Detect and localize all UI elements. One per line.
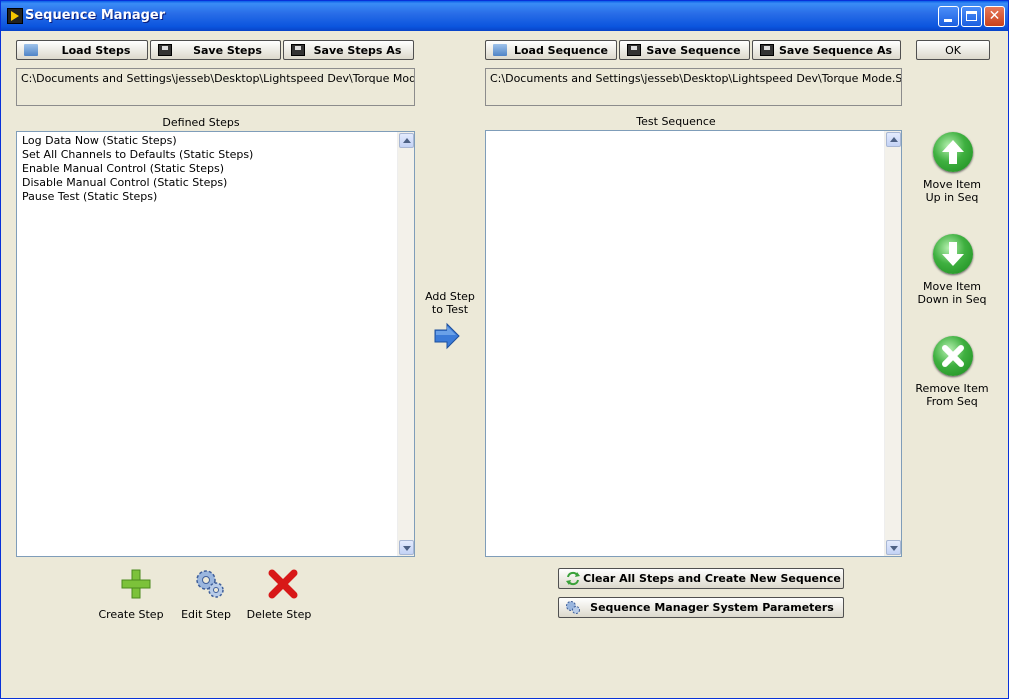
add-step-button[interactable]: [433, 322, 461, 350]
save-steps-as-label: Save Steps As: [313, 43, 402, 57]
floppy-disk-icon: [291, 44, 305, 56]
close-button[interactable]: ✕: [984, 6, 1005, 27]
sequence-path-display: C:\Documents and Settings\jesseb\Desktop…: [485, 68, 902, 106]
test-sequence-list[interactable]: [485, 130, 902, 557]
gears-icon: [196, 570, 224, 598]
maximize-icon: [962, 7, 981, 26]
scroll-up-button[interactable]: [399, 133, 414, 148]
system-parameters-label: Sequence Manager System Parameters: [590, 601, 834, 614]
minimize-icon: [939, 7, 958, 26]
save-steps-button[interactable]: Save Steps: [150, 40, 281, 60]
add-step-label-line1: Add Step: [425, 290, 475, 303]
test-sequence-caption: Test Sequence: [636, 115, 716, 128]
move-down-button[interactable]: [933, 234, 973, 274]
save-sequence-as-button[interactable]: Save Sequence As: [752, 40, 901, 60]
minimize-button[interactable]: [938, 6, 959, 27]
save-sequence-button[interactable]: Save Sequence: [619, 40, 750, 60]
remove-item-label-line1: Remove Item: [915, 382, 989, 395]
save-sequence-label: Save Sequence: [646, 43, 741, 57]
clear-all-steps-label: Clear All Steps and Create New Sequence: [583, 572, 841, 585]
labview-icon: [7, 8, 23, 24]
defined-steps-list[interactable]: Log Data Now (Static Steps) Set All Chann…: [16, 131, 415, 557]
list-item[interactable]: Disable Manual Control (Static Steps): [22, 176, 253, 190]
window-title: Sequence Manager: [25, 8, 166, 23]
move-up-label-line2: Up in Seq: [925, 191, 979, 204]
close-icon: ✕: [988, 8, 1001, 24]
system-parameters-button[interactable]: Sequence Manager System Parameters: [558, 597, 844, 618]
folder-icon: [493, 44, 507, 56]
remove-item-button[interactable]: [933, 336, 973, 376]
chevron-down-icon: [403, 546, 411, 551]
delete-step-label: Delete Step: [246, 608, 312, 621]
remove-item-label-line2: From Seq: [926, 395, 978, 408]
red-x-icon: [268, 569, 298, 599]
list-item[interactable]: Set All Channels to Defaults (Static Ste…: [22, 148, 253, 162]
sequence-manager-window: Sequence Manager ✕ Load Steps Save Steps…: [0, 0, 1009, 699]
scroll-up-button[interactable]: [886, 132, 901, 147]
add-step-label: Add Step to Test: [421, 290, 479, 316]
folder-icon: [24, 44, 38, 56]
move-down-label-line1: Move Item: [922, 280, 982, 293]
test-sequence-scrollbar[interactable]: [884, 131, 901, 556]
edit-step-button[interactable]: [193, 567, 227, 601]
save-steps-as-button[interactable]: Save Steps As: [283, 40, 414, 60]
chevron-down-icon: [890, 546, 898, 551]
ok-label: OK: [945, 43, 961, 57]
move-up-button[interactable]: [933, 132, 973, 172]
create-step-button[interactable]: [119, 567, 153, 601]
scroll-down-button[interactable]: [886, 540, 901, 555]
create-step-label: Create Step: [98, 608, 164, 621]
chevron-up-icon: [403, 138, 411, 143]
move-up-label: Move Item Up in Seq: [917, 178, 987, 204]
plus-icon: [121, 569, 151, 599]
save-steps-label: Save Steps: [193, 43, 262, 57]
clear-all-steps-button[interactable]: Clear All Steps and Create New Sequence: [558, 568, 844, 589]
chevron-up-icon: [890, 137, 898, 142]
list-item[interactable]: Log Data Now (Static Steps): [22, 134, 253, 148]
x-circle-icon: [942, 345, 964, 367]
maximize-button[interactable]: [961, 6, 982, 27]
defined-steps-scrollbar[interactable]: [397, 132, 414, 556]
list-item[interactable]: Pause Test (Static Steps): [22, 190, 253, 204]
delete-step-button[interactable]: [266, 567, 300, 601]
add-step-label-line2: to Test: [431, 303, 469, 316]
load-steps-button[interactable]: Load Steps: [16, 40, 148, 60]
arrow-up-icon: [942, 140, 964, 164]
scroll-down-button[interactable]: [399, 540, 414, 555]
load-sequence-label: Load Sequence: [513, 43, 609, 57]
refresh-icon: [566, 571, 580, 586]
arrow-right-icon: [434, 322, 460, 350]
arrow-down-icon: [942, 242, 964, 266]
floppy-disk-icon: [760, 44, 774, 56]
defined-steps-caption: Defined Steps: [162, 116, 240, 129]
floppy-disk-icon: [627, 44, 641, 56]
remove-item-label: Remove Item From Seq: [911, 382, 993, 408]
steps-path-display: C:\Documents and Settings\jesseb\Desktop…: [16, 68, 415, 106]
floppy-disk-icon: [158, 44, 172, 56]
defined-steps-items: Log Data Now (Static Steps) Set All Chann…: [22, 134, 253, 204]
title-bar[interactable]: Sequence Manager ✕: [1, 1, 1008, 31]
load-steps-label: Load Steps: [61, 43, 131, 57]
save-sequence-as-label: Save Sequence As: [778, 43, 893, 57]
gears-icon: [566, 601, 580, 614]
list-item[interactable]: Enable Manual Control (Static Steps): [22, 162, 253, 176]
move-down-label: Move Item Down in Seq: [914, 280, 990, 306]
edit-step-label: Edit Step: [181, 608, 231, 621]
move-down-label-line2: Down in Seq: [917, 293, 987, 306]
load-sequence-button[interactable]: Load Sequence: [485, 40, 617, 60]
move-up-label-line1: Move Item: [922, 178, 982, 191]
ok-button[interactable]: OK: [916, 40, 990, 60]
